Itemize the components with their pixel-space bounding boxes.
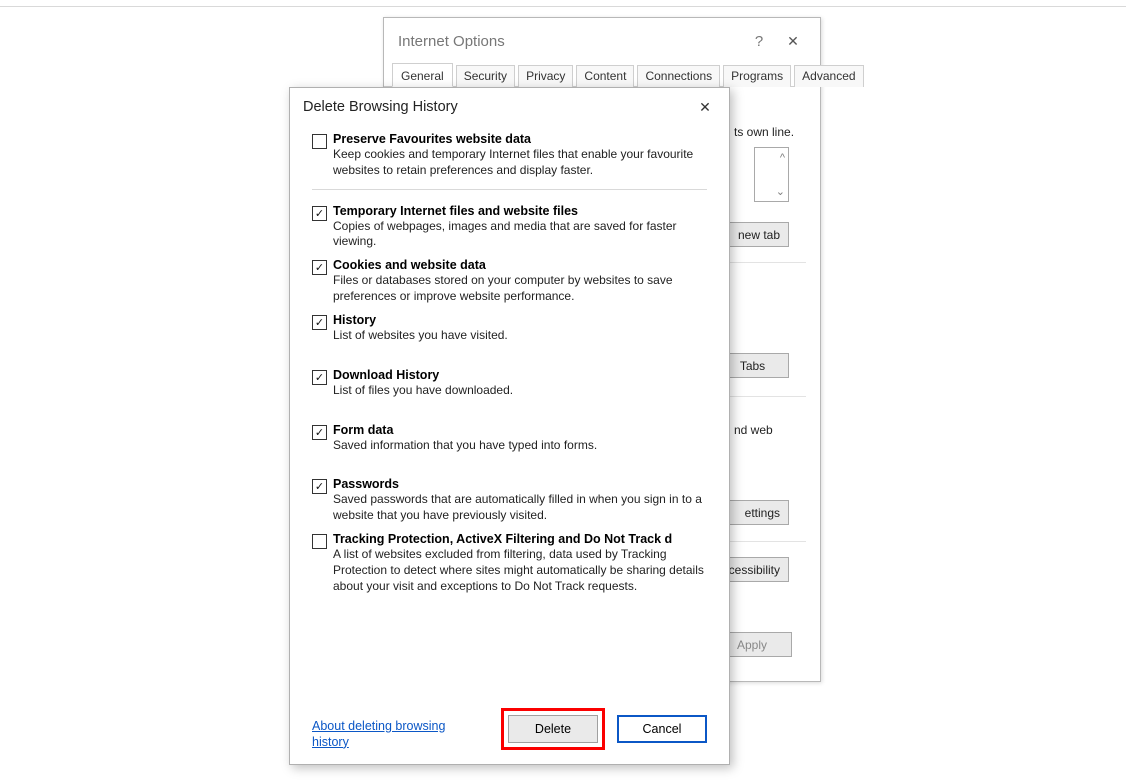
io-titlebar[interactable]: Internet Options ? ✕ — [384, 18, 820, 64]
cookies-desc: Files or databases stored on your comput… — [333, 273, 707, 305]
section-divider — [729, 541, 806, 542]
browsing-history-text: nd web — [734, 423, 773, 437]
apply-button[interactable]: Apply — [720, 632, 792, 657]
io-tabstrip: General Security Privacy Content Connect… — [384, 64, 820, 87]
page-top-divider — [0, 0, 1126, 7]
history-checkbox[interactable]: ✓ — [312, 315, 327, 330]
scroll-down-icon[interactable]: ⌄ — [776, 185, 785, 198]
temp-files-checkbox[interactable]: ✓ — [312, 206, 327, 221]
temp-files-label: Temporary Internet files and website fil… — [333, 204, 707, 218]
help-icon[interactable]: ? — [742, 26, 776, 56]
form-data-checkbox[interactable]: ✓ — [312, 425, 327, 440]
cancel-button[interactable]: Cancel — [617, 715, 707, 743]
settings-button[interactable]: ettings — [724, 500, 789, 525]
passwords-desc: Saved passwords that are automatically f… — [333, 492, 707, 524]
tab-general[interactable]: General — [392, 63, 453, 87]
history-desc: List of websites you have visited. — [333, 328, 707, 344]
tab-connections[interactable]: Connections — [637, 65, 720, 87]
passwords-label: Passwords — [333, 477, 707, 491]
cookies-checkbox[interactable]: ✓ — [312, 260, 327, 275]
download-history-desc: List of files you have downloaded. — [333, 383, 707, 399]
passwords-checkbox[interactable]: ✓ — [312, 479, 327, 494]
preserve-favourites-desc: Keep cookies and temporary Internet file… — [333, 147, 707, 179]
tracking-protection-desc: A list of websites excluded from filteri… — [333, 547, 707, 594]
tab-security[interactable]: Security — [456, 65, 515, 87]
divider — [312, 189, 707, 190]
tab-privacy[interactable]: Privacy — [518, 65, 573, 87]
accessibility-button[interactable]: cessibility — [724, 557, 789, 582]
form-data-label: Form data — [333, 423, 707, 437]
section-divider — [729, 262, 806, 263]
preserve-favourites-checkbox[interactable] — [312, 134, 327, 149]
delete-button[interactable]: Delete — [508, 715, 598, 743]
delete-browsing-history-dialog: Delete Browsing History ✕ Preserve Favou… — [289, 87, 730, 765]
io-title: Internet Options — [398, 33, 505, 50]
tracking-protection-label: Tracking Protection, ActiveX Filtering a… — [333, 532, 707, 546]
tab-programs[interactable]: Programs — [723, 65, 791, 87]
form-data-desc: Saved information that you have typed in… — [333, 438, 707, 454]
download-history-checkbox[interactable]: ✓ — [312, 370, 327, 385]
close-icon[interactable]: ✕ — [776, 26, 810, 56]
dbh-title: Delete Browsing History — [303, 99, 458, 115]
scroll-up-icon[interactable]: ^ — [780, 152, 785, 164]
tracking-protection-checkbox[interactable] — [312, 534, 327, 549]
temp-files-desc: Copies of webpages, images and media tha… — [333, 219, 707, 251]
section-divider — [729, 396, 806, 397]
cookies-label: Cookies and website data — [333, 258, 707, 272]
download-history-label: Download History — [333, 368, 707, 382]
homepage-textbox[interactable]: ^ ⌄ — [754, 147, 789, 202]
preserve-favourites-label: Preserve Favourites website data — [333, 132, 707, 146]
close-icon[interactable]: ✕ — [687, 93, 723, 121]
tab-advanced[interactable]: Advanced — [794, 65, 863, 87]
homepage-hint: ts own line. — [734, 125, 794, 139]
use-new-tab-button[interactable]: new tab — [724, 222, 789, 247]
highlight-box: Delete — [501, 708, 605, 750]
dbh-titlebar[interactable]: Delete Browsing History ✕ — [290, 88, 729, 126]
tab-content[interactable]: Content — [576, 65, 634, 87]
tabs-button[interactable]: Tabs — [724, 353, 789, 378]
history-label: History — [333, 313, 707, 327]
about-deleting-history-link[interactable]: About deleting browsing history — [312, 718, 457, 751]
